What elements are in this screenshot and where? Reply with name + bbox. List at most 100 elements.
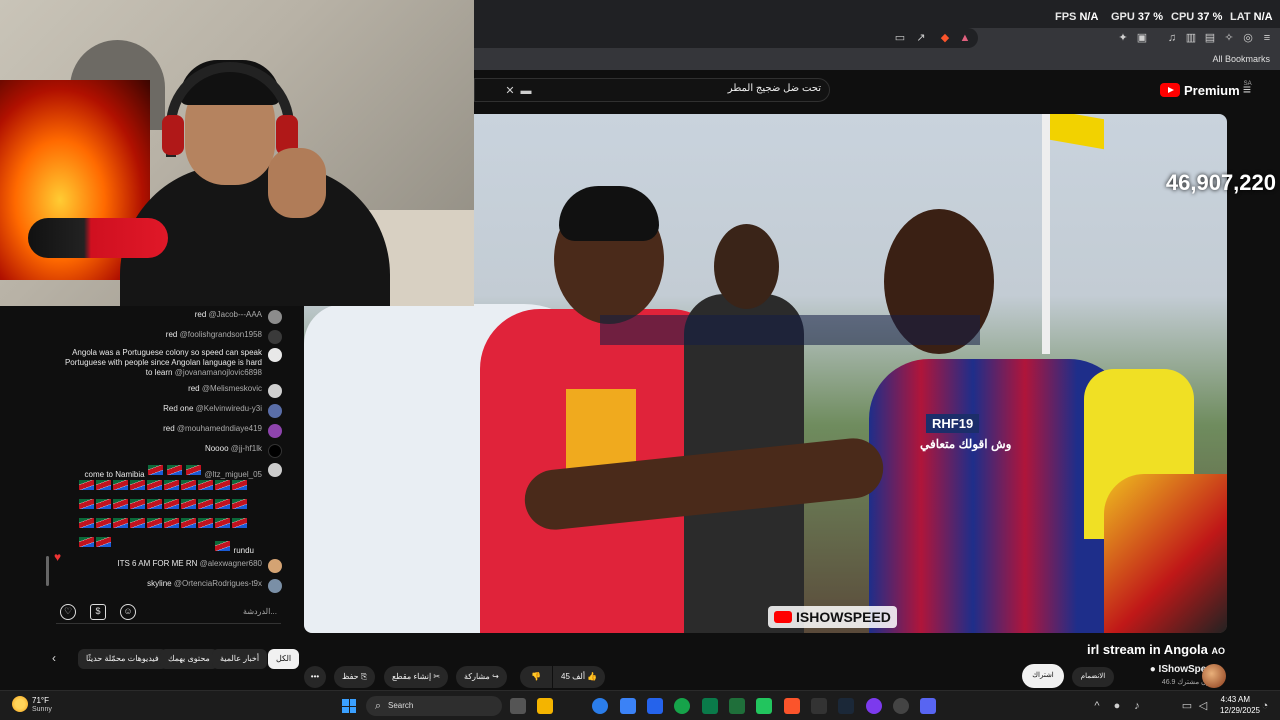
avatar[interactable] [268, 348, 282, 362]
obs-icon[interactable] [866, 698, 882, 714]
speed-hair [559, 186, 659, 241]
streamer-hand [268, 148, 326, 218]
flag-yellow [1044, 114, 1104, 150]
rewards-icon[interactable]: ▲ [958, 31, 972, 45]
leo-icon[interactable]: ✧ [1222, 31, 1236, 45]
screenshot-icon[interactable]: ▣ [1135, 31, 1149, 45]
gpu-stat: GPU 37 % [1111, 11, 1163, 23]
chat-message: red @foolishgrandson1958 [166, 330, 282, 344]
super-chat-icon[interactable]: $ [90, 604, 106, 620]
network-icon[interactable]: ▭ [1180, 699, 1194, 713]
scissors-icon: ✂ [433, 672, 441, 681]
chevron-left-icon[interactable]: ‹ [52, 651, 56, 665]
extension-icon[interactable]: ✦ [1116, 31, 1130, 45]
avatar[interactable] [268, 424, 282, 438]
tray-chevron-icon[interactable]: ^ [1090, 699, 1104, 713]
save-button[interactable]: حفظ ⎘ [334, 666, 376, 688]
webcam-overlay [0, 0, 474, 306]
chat-message: Red one @Kelvinwiredu-y3i [163, 404, 282, 418]
chat-scrollbar[interactable] [46, 556, 49, 586]
avatar[interactable] [268, 463, 282, 477]
taskbar-search[interactable]: ⌕ Search [366, 696, 502, 716]
microphone [28, 218, 168, 258]
ndi-icon[interactable] [811, 698, 827, 714]
mail-icon[interactable] [647, 698, 663, 714]
game-icon[interactable] [756, 698, 772, 714]
music-icon[interactable]: ♫ [1165, 31, 1179, 45]
avatar[interactable] [268, 579, 282, 593]
avatar[interactable] [268, 444, 282, 458]
brave-browser-icon[interactable] [784, 698, 800, 714]
bookmarks-bar: All Bookmarks [474, 50, 1280, 70]
chip-all[interactable]: الكل [268, 649, 300, 669]
file-explorer-icon[interactable] [537, 698, 553, 714]
share-button[interactable]: مشاركة ↪ [456, 666, 507, 688]
all-bookmarks[interactable]: All Bookmarks [1212, 54, 1270, 64]
task-view-icon[interactable] [510, 698, 526, 714]
cast-icon[interactable]: ▭ [893, 31, 907, 45]
avatar[interactable] [268, 384, 282, 398]
avatar[interactable] [268, 310, 282, 324]
github-icon[interactable] [893, 698, 909, 714]
discord-icon[interactable] [920, 698, 936, 714]
weather-sun-icon[interactable] [12, 696, 28, 712]
capcut-icon[interactable] [702, 698, 718, 714]
clock-date[interactable]: 12/29/2025 [1220, 706, 1260, 715]
chat-message: red @mouhamedndiaye419 [163, 424, 282, 438]
subscriber-counter: 46,907,220 [1165, 170, 1276, 195]
menu-icon[interactable]: ≡ [1260, 31, 1274, 45]
avatar[interactable] [268, 330, 282, 344]
edge-icon[interactable] [592, 698, 608, 714]
hamburger-menu-icon[interactable]: ≡ [1240, 82, 1254, 96]
nvidia-icon[interactable] [729, 698, 745, 714]
tray-app-icon[interactable]: ● [1110, 699, 1124, 713]
steam-icon[interactable] [838, 698, 854, 714]
heart-icon[interactable]: ♡ [60, 604, 76, 620]
chat-message: rundu [214, 539, 254, 556]
caption-text: وش اقولك متعافي [920, 437, 1012, 451]
sidebar-icon[interactable]: ▥ [1184, 31, 1198, 45]
clear-search-icon[interactable]: ✕ [503, 84, 517, 98]
chat-message: red @Melismeskovic [188, 384, 282, 398]
more-button[interactable]: ••• [304, 666, 326, 688]
weather-temp: 71°F [32, 696, 49, 705]
whatsapp-icon[interactable] [674, 698, 690, 714]
verified-icon: ● [1149, 664, 1156, 675]
search-icon: ⌕ [374, 700, 382, 712]
dislike-button[interactable]: 👎 [520, 666, 552, 688]
join-button[interactable]: الانضمام [1072, 667, 1114, 687]
chat-message: Angola was a Portuguese colony so speed … [57, 348, 282, 378]
volume-icon[interactable]: ◁ [1196, 699, 1210, 713]
person-sunglasses-head [714, 224, 779, 309]
caption-user: RHF19 [926, 414, 980, 433]
lat-stat: LAT N/A [1230, 11, 1273, 23]
chat-input[interactable]: ♡ $ ☺ الدردشة... [56, 602, 281, 624]
tray-mic-icon[interactable]: ♪ [1130, 699, 1144, 713]
brave-shield-icon[interactable]: ◆ [938, 31, 952, 45]
chip-recent[interactable]: فيديوهات محمّلة حديثًا [78, 649, 167, 669]
share-icon[interactable]: ↗ [914, 31, 928, 45]
chat-message: ITS 6 AM FOR ME RN @alexwagner680 [117, 559, 282, 573]
caption-band [600, 315, 980, 345]
thumbs-down-icon: 👎 [531, 672, 541, 681]
clock-time[interactable]: 4:43 AM [1221, 695, 1250, 704]
keyboard-icon[interactable]: ▬ [519, 84, 533, 98]
like-button[interactable]: 45 ألف 👍 [553, 666, 606, 688]
subscribed-button[interactable]: اشتراك [1022, 664, 1064, 688]
channel-avatar[interactable] [1202, 664, 1226, 688]
chip-world-news[interactable]: أخبار عالمية [212, 649, 268, 669]
store-icon[interactable] [620, 698, 636, 714]
emoji-icon[interactable]: ☺ [120, 604, 136, 620]
search-box[interactable]: ✕ ▬ تحت ضل ضجيج المطر [474, 78, 830, 102]
vpn-icon[interactable]: ◎ [1241, 31, 1255, 45]
avatar[interactable] [268, 404, 282, 418]
windows-start-icon[interactable] [342, 699, 356, 713]
notification-bell-icon[interactable]: ◔ [1258, 699, 1272, 713]
avatar[interactable] [268, 559, 282, 573]
live-chat: red @Jacob---AAA red @foolishgrandson195… [42, 306, 294, 632]
wallet-icon[interactable]: ▤ [1203, 31, 1217, 45]
chip-for-you[interactable]: محتوى يهمك [160, 649, 218, 669]
clip-button[interactable]: إنشاء مقطع ✂ [384, 666, 449, 688]
chat-message: skyline @OrtenciaRodrigues-t9x [147, 579, 282, 593]
youtube-logo[interactable]: Premium SA [1160, 81, 1252, 99]
